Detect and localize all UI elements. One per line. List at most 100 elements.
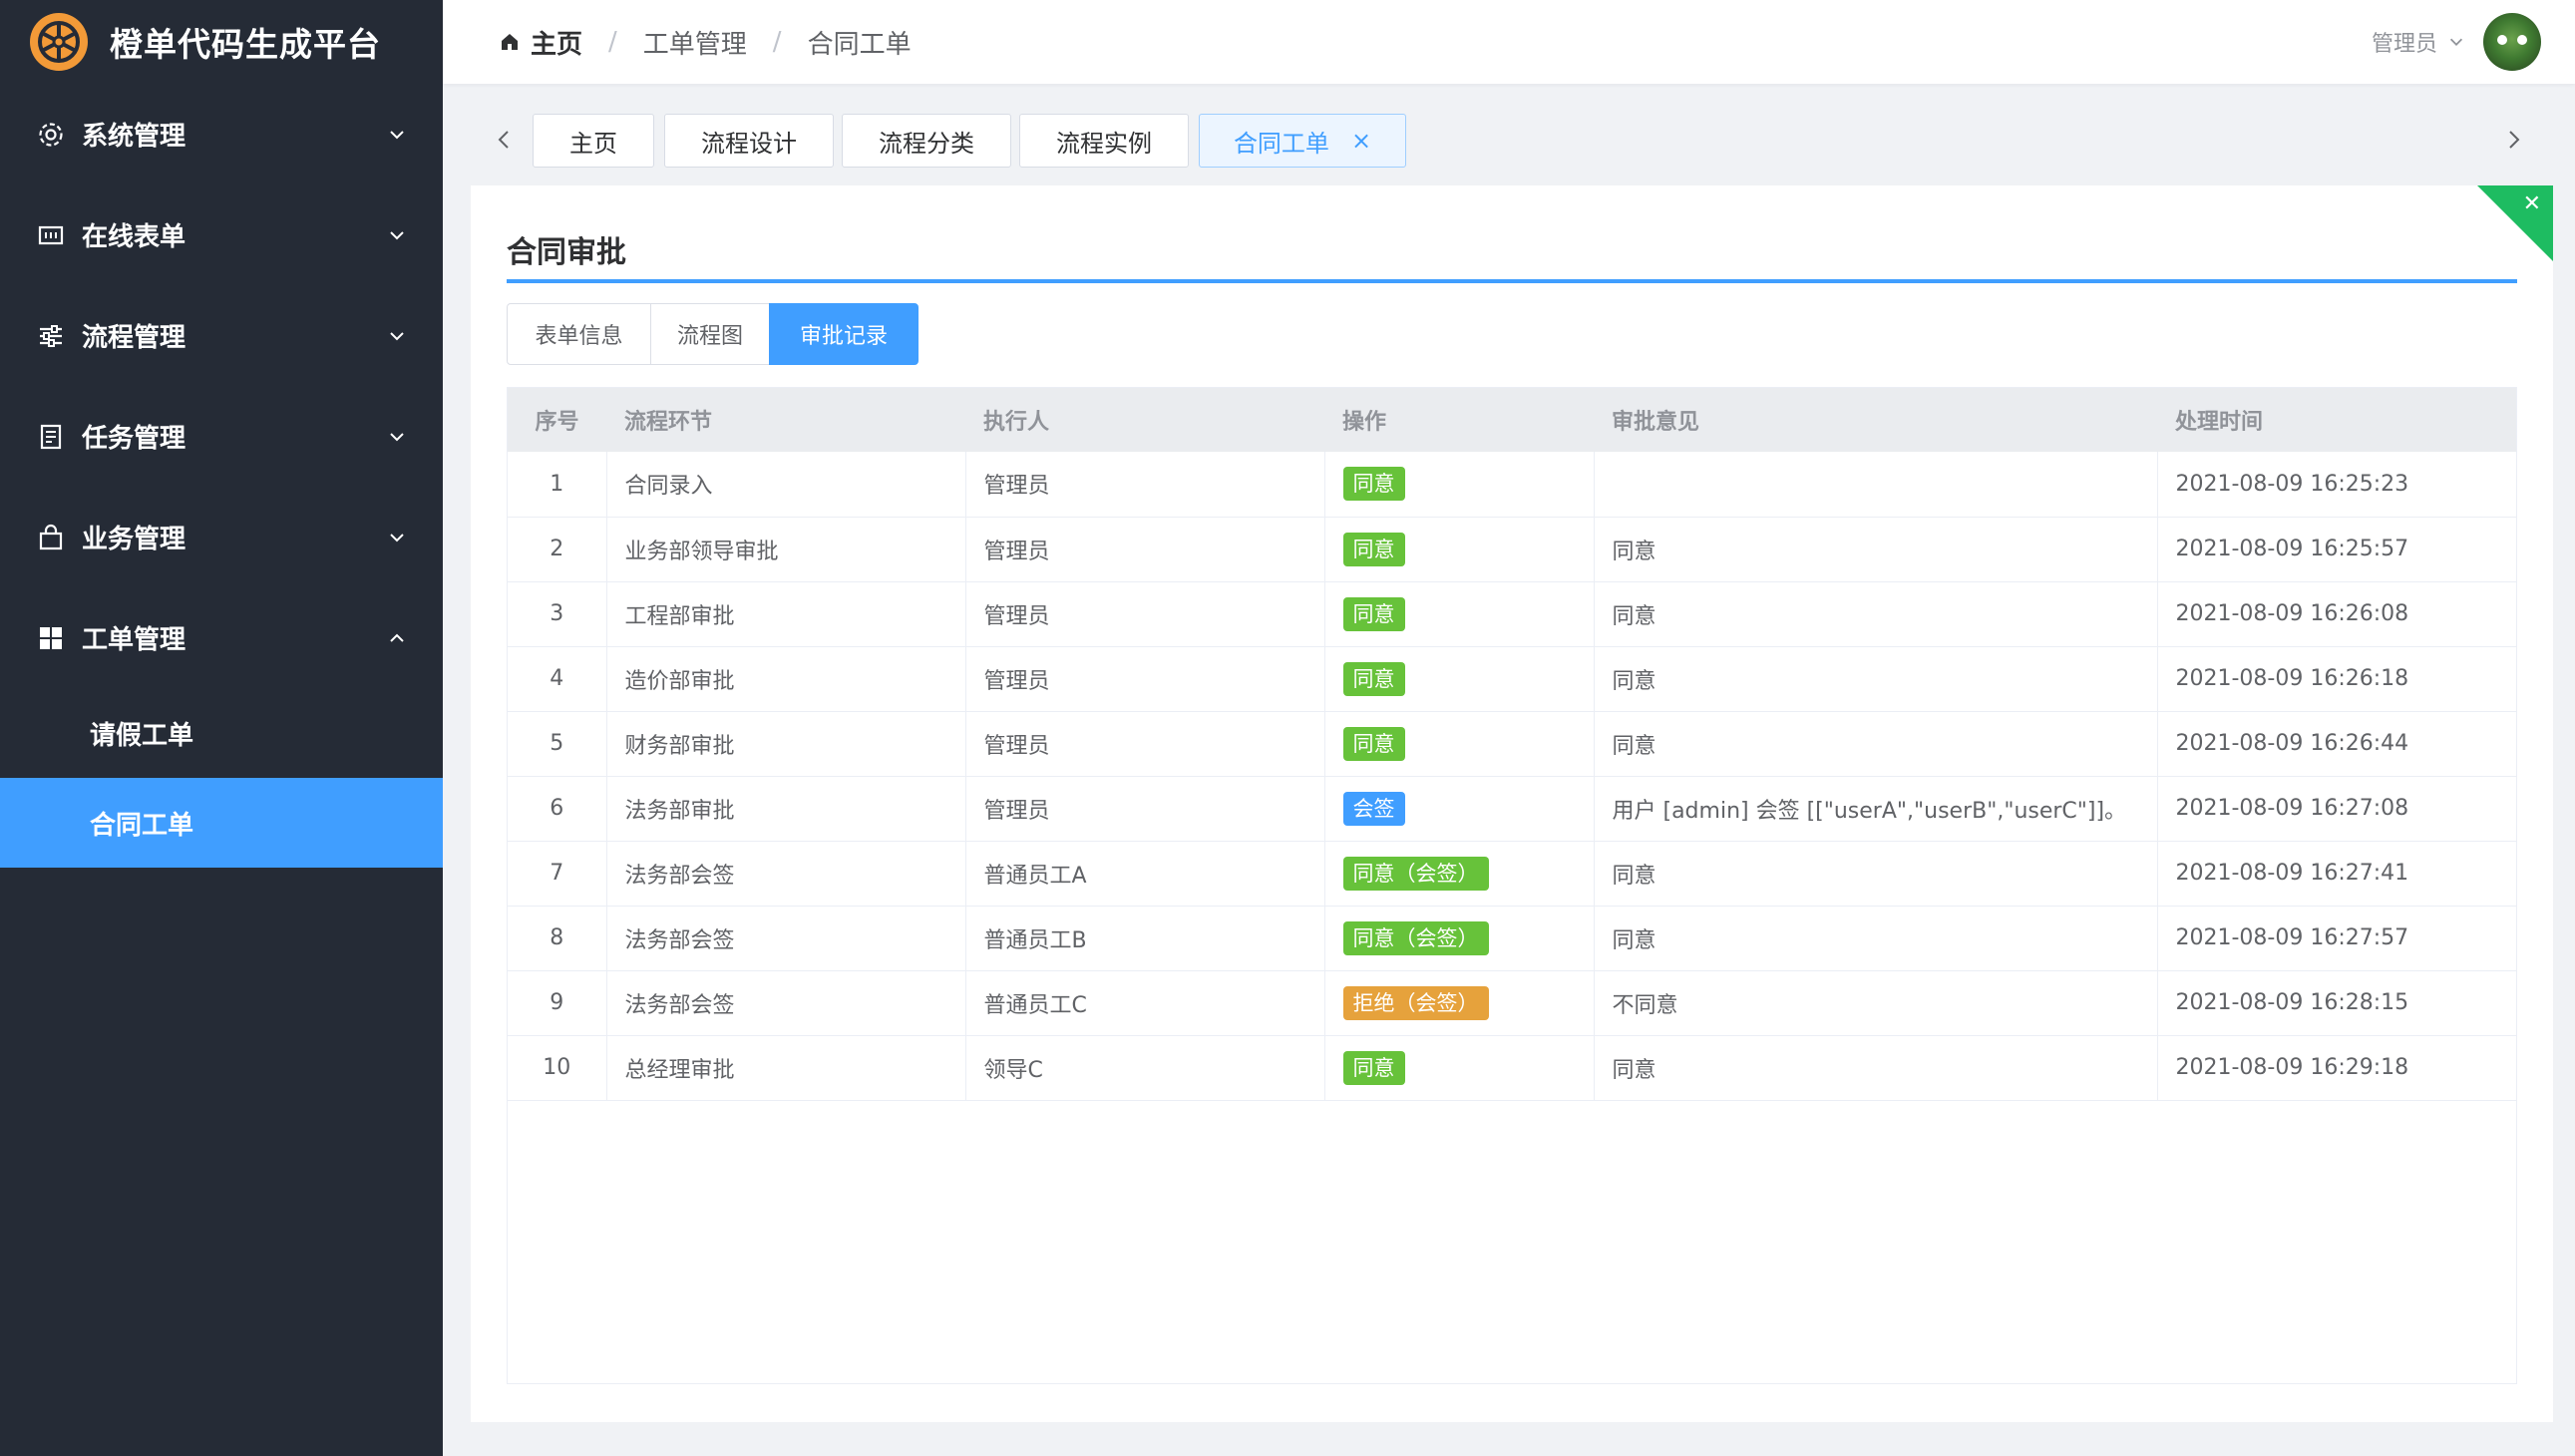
sidebar-item-label: 流程管理 — [82, 323, 186, 353]
sidebar-item-label: 在线表单 — [82, 222, 186, 252]
subtab-form-info[interactable]: 表单信息 — [507, 303, 651, 365]
cell-action: 同意 — [1324, 452, 1595, 518]
tab-home[interactable]: 主页 — [533, 114, 654, 168]
sidebar: 橙单代码生成平台 系统管理 在线表单 流程管理 任务管理 业务管理 工单管理 请… — [0, 0, 443, 1456]
sidebar-item-workorder[interactable]: 工单管理 — [0, 587, 443, 688]
gear-icon — [36, 120, 66, 150]
status-badge: 同意 — [1342, 1050, 1405, 1085]
cell-index: 9 — [508, 970, 607, 1036]
sidebar-subitem-label: 合同工单 — [90, 810, 194, 841]
cell-index: 7 — [508, 841, 607, 907]
cell-comment: 同意 — [1594, 711, 2158, 777]
sidebar-item-flow[interactable]: 流程管理 — [0, 285, 443, 386]
user-menu[interactable]: 管理员 — [2372, 0, 2541, 84]
cell-action: 会签 — [1324, 776, 1595, 842]
table-row: 7 法务部会签 普通员工A 同意（会签） 同意 2021-08-09 16:27:41 — [508, 841, 2516, 907]
close-icon[interactable]: × — [1351, 127, 1371, 155]
table-header-row: 序号 流程环节 执行人 操作 审批意见 处理时间 — [508, 388, 2516, 452]
grid-icon — [36, 623, 66, 653]
table-row: 9 法务部会签 普通员工C 拒绝（会签） 不同意 2021-08-09 16:28:15 — [508, 970, 2516, 1036]
sidebar-item-label: 系统管理 — [82, 122, 186, 152]
table-row: 4 造价部审批 管理员 同意 同意 2021-08-09 16:26:18 — [508, 646, 2516, 712]
cell-step: 业务部领导审批 — [606, 517, 966, 582]
sidebar-subitem-leave-order[interactable]: 请假工单 — [0, 688, 443, 778]
cell-comment: 同意 — [1594, 581, 2158, 647]
sidebar-item-system[interactable]: 系统管理 — [0, 84, 443, 184]
close-icon[interactable]: ✕ — [2523, 191, 2541, 216]
cell-time: 2021-08-09 16:26:18 — [2157, 646, 2516, 712]
cell-time: 2021-08-09 16:27:41 — [2157, 841, 2516, 907]
title-divider — [507, 279, 2517, 283]
cell-executor: 普通员工B — [965, 906, 1325, 971]
chevron-left-icon — [498, 131, 509, 149]
table-row: 6 法务部审批 管理员 会签 用户 [admin] 会签 [["userA","user… — [508, 776, 2516, 842]
subtab-approval-record[interactable]: 审批记录 — [769, 303, 919, 365]
status-badge: 同意 — [1342, 532, 1405, 566]
table-row: 8 法务部会签 普通员工B 同意（会签） 同意 2021-08-09 16:27:57 — [508, 906, 2516, 971]
tab-flow-design[interactable]: 流程设计 — [664, 114, 834, 168]
close-corner-button[interactable] — [2477, 185, 2553, 261]
cell-time: 2021-08-09 16:27:57 — [2157, 906, 2516, 971]
document-icon — [36, 422, 66, 452]
sidebar-item-label: 任务管理 — [82, 424, 186, 454]
table-row: 10 总经理审批 领导C 同意 同意 2021-08-09 16:29:18 — [508, 1035, 2516, 1101]
sidebar-item-task[interactable]: 任务管理 — [0, 386, 443, 487]
cell-index: 10 — [508, 1035, 607, 1101]
cell-comment: 同意 — [1594, 646, 2158, 712]
breadcrumb-home[interactable]: 主页 — [499, 24, 582, 61]
cell-index: 6 — [508, 776, 607, 842]
sliders-icon — [36, 321, 66, 351]
app-title: 橙单代码生成平台 — [110, 25, 381, 64]
approval-table: 序号 流程环节 执行人 操作 审批意见 处理时间 1 合同录入 管理员 同意 2021-… — [507, 387, 2517, 1384]
subtab-group: 表单信息 流程图 审批记录 — [507, 303, 919, 365]
chevron-down-icon — [2449, 38, 2463, 46]
table-row: 1 合同录入 管理员 同意 2021-08-09 16:25:23 — [508, 452, 2516, 518]
cell-time: 2021-08-09 16:25:57 — [2157, 517, 2516, 582]
cell-comment: 用户 [admin] 会签 [["userA","userB","userC"]… — [1594, 776, 2158, 842]
status-badge: 同意 — [1342, 467, 1405, 502]
tab-flow-instance[interactable]: 流程实例 — [1019, 114, 1189, 168]
cell-action: 同意 — [1324, 1035, 1595, 1101]
cell-executor: 管理员 — [965, 711, 1325, 777]
page-title: 合同审批 — [507, 235, 626, 270]
cell-executor: 普通员工C — [965, 970, 1325, 1036]
subtab-flow-chart[interactable]: 流程图 — [650, 303, 770, 365]
cell-action: 同意（会签） — [1324, 906, 1595, 971]
cell-time: 2021-08-09 16:29:18 — [2157, 1035, 2516, 1101]
column-header: 审批意见 — [1594, 388, 2157, 452]
cell-step: 合同录入 — [606, 452, 966, 518]
brand[interactable]: 橙单代码生成平台 — [0, 0, 443, 84]
cell-comment: 同意 — [1594, 1035, 2158, 1101]
cell-step: 法务部会签 — [606, 970, 966, 1036]
cell-step: 法务部审批 — [606, 776, 966, 842]
sidebar-item-label: 业务管理 — [82, 525, 186, 554]
status-badge: 同意 — [1342, 726, 1405, 761]
cell-action: 同意（会签） — [1324, 841, 1595, 907]
table-row: 5 财务部审批 管理员 同意 同意 2021-08-09 16:26:44 — [508, 711, 2516, 777]
avatar[interactable] — [2483, 13, 2541, 71]
cell-index: 1 — [508, 452, 607, 518]
cell-index: 8 — [508, 906, 607, 971]
cell-time: 2021-08-09 16:26:08 — [2157, 581, 2516, 647]
status-badge: 同意（会签） — [1342, 856, 1489, 891]
cell-time: 2021-08-09 16:28:15 — [2157, 970, 2516, 1036]
status-badge: 会签 — [1342, 791, 1405, 826]
cell-action: 拒绝（会签） — [1324, 970, 1595, 1036]
sidebar-item-online-form[interactable]: 在线表单 — [0, 184, 443, 285]
sidebar-item-business[interactable]: 业务管理 — [0, 487, 443, 587]
tabs-scroll-right-button[interactable] — [2489, 110, 2539, 170]
column-header: 执行人 — [965, 388, 1324, 452]
top-header: 主页 / 工单管理 / 合同工单 管理员 — [443, 0, 2575, 84]
bag-icon — [36, 523, 66, 552]
cell-action: 同意 — [1324, 581, 1595, 647]
breadcrumb-item[interactable]: 工单管理 — [643, 24, 747, 61]
cell-executor: 管理员 — [965, 517, 1325, 582]
cell-comment: 同意 — [1594, 841, 2158, 907]
tab-flow-category[interactable]: 流程分类 — [842, 114, 1011, 168]
tab-contract-order[interactable]: 合同工单 × — [1199, 114, 1406, 168]
sidebar-subitem-contract-order[interactable]: 合同工单 — [0, 778, 443, 868]
cell-step: 总经理审批 — [606, 1035, 966, 1101]
tabs-scroll-left-button[interactable] — [479, 110, 529, 170]
logo-icon — [30, 13, 88, 71]
sidebar-subitem-label: 请假工单 — [90, 720, 194, 751]
